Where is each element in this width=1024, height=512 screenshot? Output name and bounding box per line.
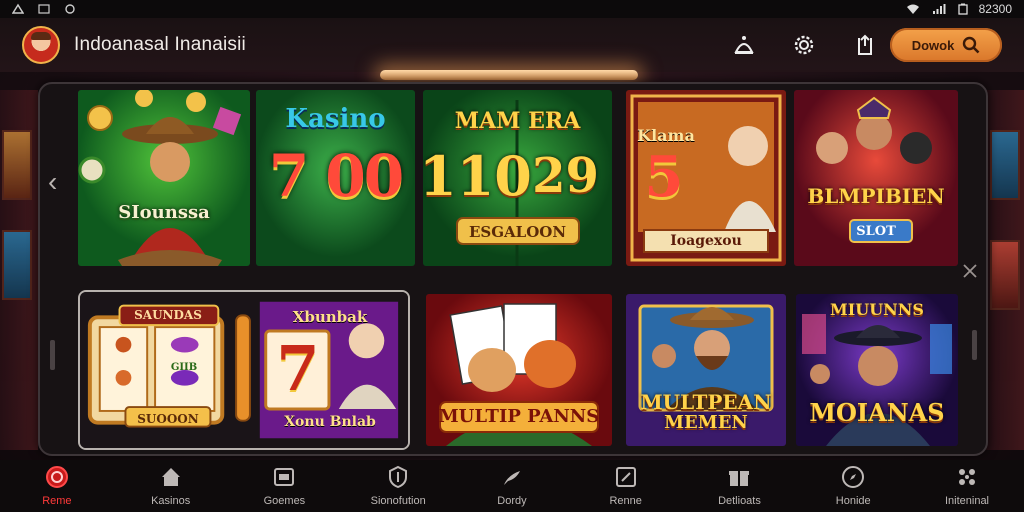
game-tile-title: SIounssa: [118, 202, 210, 223]
home-icon: [161, 468, 180, 486]
nav-item-goemes[interactable]: Goemes: [234, 465, 334, 507]
bottom-navigation: Reme Kasinos Goemes Sionofution Dordy Re…: [0, 460, 1024, 512]
game-tile-kasino[interactable]: Kasino 7 00: [256, 90, 415, 266]
signal-icon: [932, 4, 946, 14]
nav-label: Detlioats: [718, 495, 761, 507]
nav-item-detlioats[interactable]: Detlioats: [689, 465, 789, 507]
nav-item-kasinos[interactable]: Kasinos: [121, 465, 221, 507]
status-bar: 82300: [0, 0, 1024, 18]
cast-icon: [38, 4, 50, 14]
app-header: Indoanasal Inanaisii Dowok: [0, 18, 1024, 72]
game-tile-title: Kasino: [285, 104, 386, 134]
battery-icon: [957, 3, 968, 15]
avatar[interactable]: [22, 26, 60, 64]
game-tile-banner: ESGALOON: [468, 223, 567, 241]
status-time: 82300: [978, 2, 1012, 16]
nav-label: Honide: [835, 495, 871, 507]
nav-item-initeninal[interactable]: Initeninal: [917, 465, 1017, 507]
game-tile-multip-panns[interactable]: MULTIP PANNS: [426, 294, 612, 446]
game-tile-number-right: 29: [532, 148, 599, 204]
game-tile-mam-era[interactable]: MAM ERA 110 29 ESGALOON: [423, 90, 612, 266]
game-tile-badge: SLOT: [856, 224, 896, 239]
game-tile-title: BLMPIBIEN: [807, 184, 945, 208]
game-tile-right-banner: Xonu Bnlab: [284, 414, 376, 430]
notification-bell-icon[interactable]: [728, 29, 760, 61]
nav-item-reme[interactable]: Reme: [7, 465, 107, 507]
app-title: Indoanasal Inanaisii: [74, 34, 246, 55]
gear-icon[interactable]: [788, 29, 820, 61]
location-icon: [65, 4, 75, 14]
nav-label: Initeninal: [944, 495, 990, 507]
game-tile-title: MULTPEAN: [640, 390, 772, 414]
nav-label: Reme: [42, 495, 72, 507]
search-button-label: Dowok: [911, 37, 955, 53]
frame-side-button: [972, 330, 977, 360]
search-button[interactable]: Dowok: [890, 28, 1002, 62]
search-icon: [963, 36, 980, 54]
compass-icon: [842, 466, 865, 488]
games-icon: [274, 468, 295, 486]
ceiling-light: [380, 70, 638, 80]
game-tile-title: MOIANAS: [809, 398, 945, 427]
game-tile-number: 5: [644, 144, 684, 210]
game-tile-subtitle: MEMEN: [664, 412, 748, 433]
nav-item-honide[interactable]: Honide: [803, 465, 903, 507]
game-tile-title: Klama: [637, 126, 695, 145]
wifi-icon: [906, 4, 919, 14]
game-tile-klama[interactable]: Klama 5 Ioagexou: [626, 90, 786, 266]
game-tile-saundas[interactable]: SAUNDAS GIIB SUOOON Xbunbak 7 Xonu Bnlab: [78, 290, 410, 450]
game-tile-right-number: 7: [276, 332, 320, 405]
nav-item-sionofution[interactable]: Sionofution: [348, 465, 448, 507]
upload-icon[interactable]: [848, 29, 880, 61]
game-tile-banner: Ioagexou: [670, 233, 742, 249]
game-tile-multpean[interactable]: MULTPEAN MEMEN: [626, 294, 786, 446]
game-tile-moianas[interactable]: MIUUNNS MOIANAS: [796, 294, 958, 446]
game-tile-top-label: MIUUNNS: [830, 300, 924, 319]
game-tile-art: [794, 90, 958, 266]
frame-side-button: [50, 340, 55, 370]
flag-icon: [503, 471, 520, 485]
nav-label: Renne: [609, 495, 642, 507]
background-slot-machines-left: [0, 90, 38, 450]
casino-chip-icon: [45, 466, 68, 488]
close-icon[interactable]: [961, 262, 979, 280]
nav-label: Kasinos: [151, 495, 191, 507]
shield-icon: [389, 465, 408, 489]
game-tile-number: 7 00: [268, 142, 404, 210]
nav-item-renne[interactable]: Renne: [576, 465, 676, 507]
game-tile-art: [78, 90, 250, 266]
edit-icon: [615, 467, 636, 487]
nav-label: Sionofution: [370, 495, 426, 507]
gift-icon: [729, 471, 750, 486]
background-slot-machines-right: [986, 90, 1024, 450]
carousel-prev-arrow-icon[interactable]: ‹: [48, 168, 68, 196]
game-tile-slounssa[interactable]: SIounssa: [78, 90, 250, 266]
navigation-icon: [12, 3, 24, 14]
game-tile-title: MAM ERA: [454, 108, 581, 134]
nav-item-dordy[interactable]: Dordy: [462, 465, 562, 507]
game-tile-blmpibien[interactable]: BLMPIBIEN SLOT: [794, 90, 958, 266]
grid-dots-icon: [959, 469, 975, 485]
game-tile-right-title: Xbunbak: [292, 308, 368, 326]
nav-label: Goemes: [263, 495, 306, 507]
game-tile-title: MULTIP PANNS: [438, 406, 600, 427]
app-root: 82300 Indoanasal Inanaisii Dowok ‹ SIoun…: [0, 0, 1024, 512]
nav-label: Dordy: [497, 495, 527, 507]
